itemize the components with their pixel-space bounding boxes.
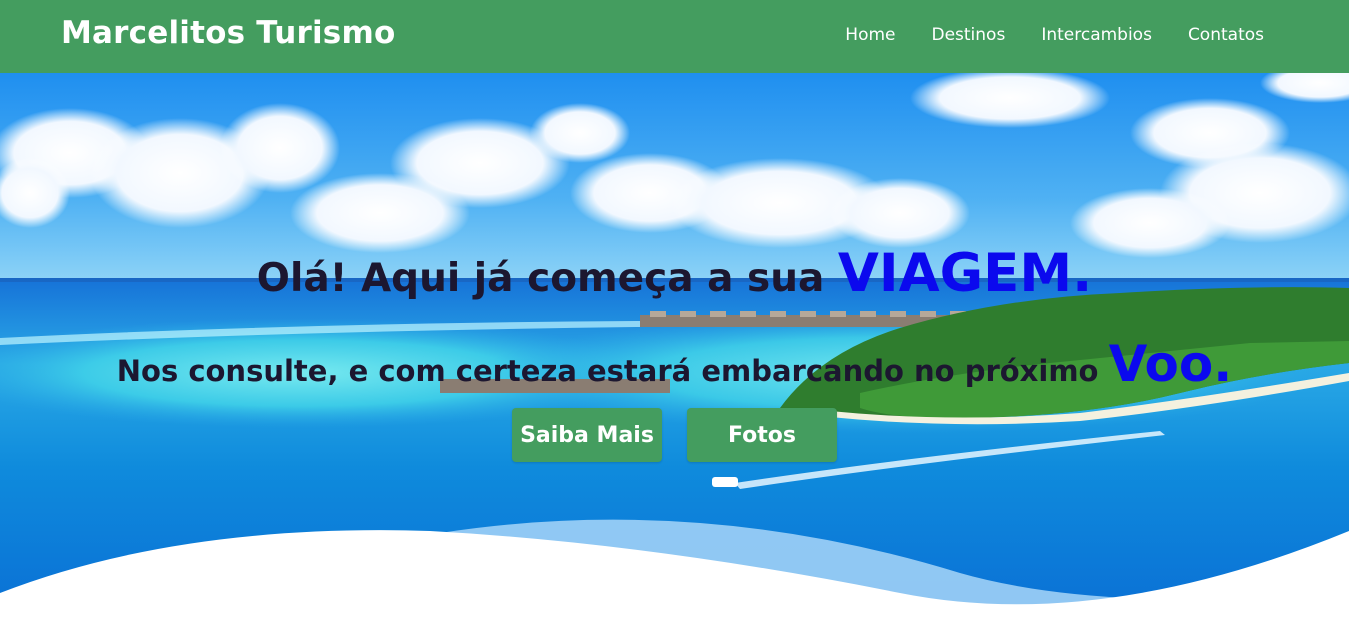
top-navbar: Marcelitos Turismo Home Destinos Interca… [0, 0, 1349, 73]
hero-headline-accent: VIAGEM. [837, 243, 1093, 304]
nav-link-contatos[interactable]: Contatos [1188, 25, 1264, 45]
nav-link-destinos[interactable]: Destinos [931, 25, 1005, 45]
hero-banner: Olá! Aqui já começa a sua VIAGEM. Nos co… [0, 73, 1349, 622]
saiba-mais-button[interactable]: Saiba Mais [512, 408, 662, 462]
hero-subheadline-accent: Voo. [1108, 335, 1233, 393]
fotos-button[interactable]: Fotos [687, 408, 837, 462]
hero-headline-text: Olá! Aqui já começa a sua [256, 256, 838, 301]
nav-link-home[interactable]: Home [845, 25, 895, 45]
brand-logo-text[interactable]: Marcelitos Turismo [61, 15, 395, 51]
main-nav: Home Destinos Intercambios Contatos [845, 25, 1264, 45]
page: Marcelitos Turismo Home Destinos Interca… [0, 0, 1349, 622]
hero-subheadline-text: Nos consulte, e com certeza estará embar… [116, 354, 1109, 388]
hero-subheadline: Nos consulte, e com certeza estará embar… [0, 335, 1349, 393]
nav-link-intercambios[interactable]: Intercambios [1041, 25, 1152, 45]
hero-headline: Olá! Aqui já começa a sua VIAGEM. [0, 243, 1349, 304]
